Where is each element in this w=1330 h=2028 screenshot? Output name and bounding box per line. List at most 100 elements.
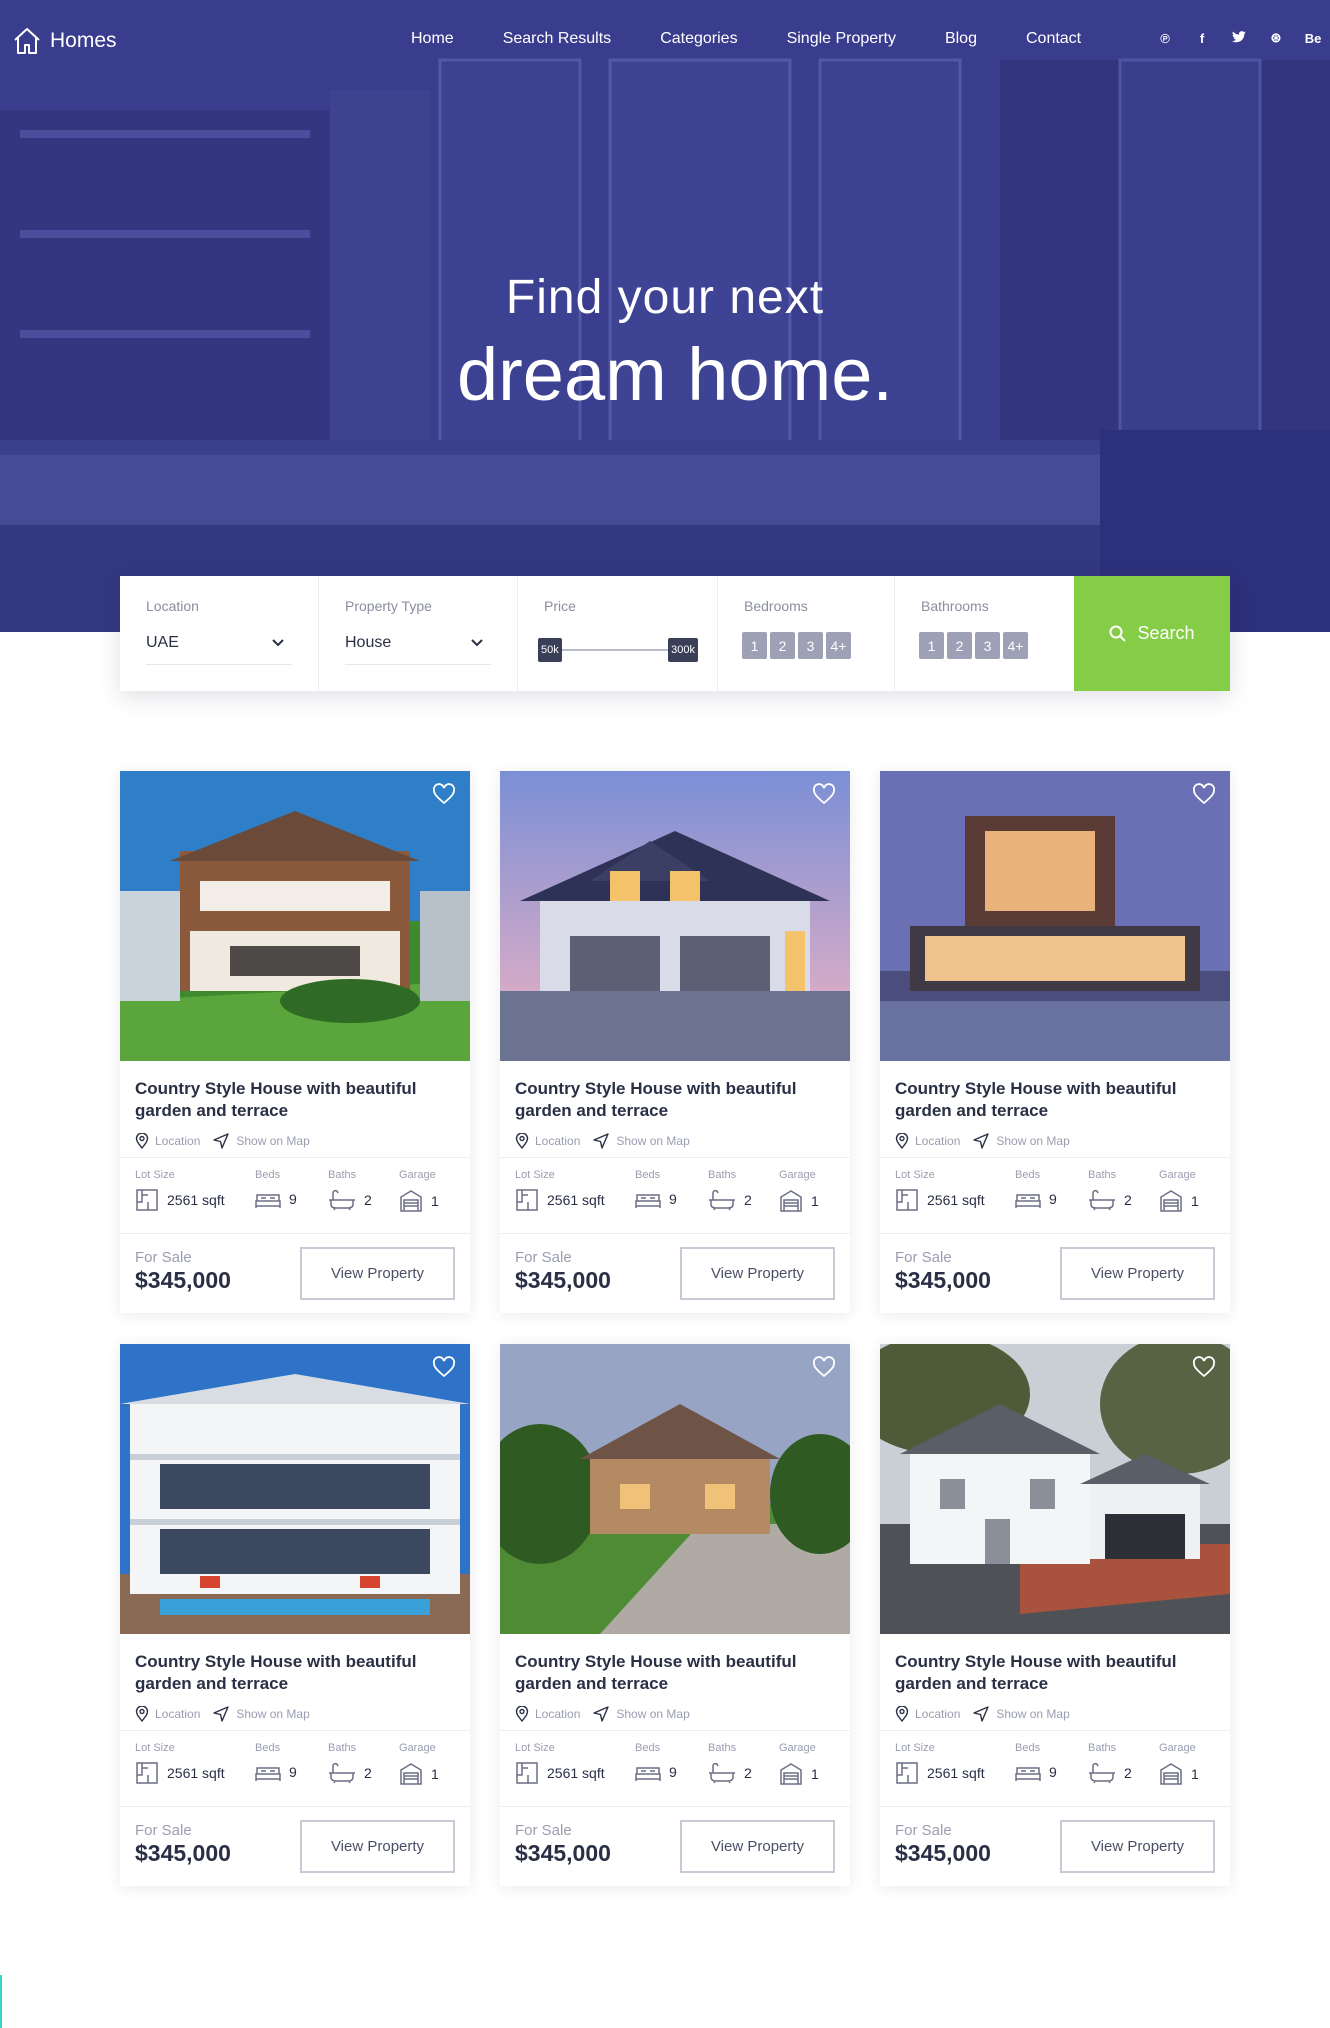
property-photo[interactable] — [120, 771, 470, 1061]
garage-icon — [1160, 1763, 1182, 1785]
property-card[interactable]: Country Style House with beautiful garde… — [880, 1344, 1230, 1886]
bathrooms-option-3[interactable]: 3 — [975, 632, 1000, 659]
bathrooms-label: Bathrooms — [921, 598, 989, 614]
property-location[interactable]: Location — [155, 1707, 200, 1721]
property-location[interactable]: Location — [155, 1134, 200, 1148]
location-value: UAE — [146, 634, 179, 651]
property-location[interactable]: Location — [535, 1707, 580, 1721]
dribbble-icon[interactable]: ⊛ — [1267, 30, 1285, 46]
divider — [500, 1233, 850, 1234]
property-card[interactable]: Country Style House with beautiful garde… — [120, 771, 470, 1313]
spec-label: Garage — [399, 1169, 436, 1181]
navigation-arrow-icon — [593, 1133, 610, 1149]
property-title[interactable]: Country Style House with beautiful garde… — [515, 1651, 835, 1695]
spec-value: 2561 sqft — [927, 1765, 985, 1781]
nav-single-property[interactable]: Single Property — [787, 30, 896, 48]
listing-price: $345,000 — [135, 1267, 231, 1293]
pinterest-icon[interactable]: ℗ — [1156, 31, 1174, 46]
spec-label: Baths — [1088, 1169, 1117, 1181]
spec-lot-size: Lot Size 2561 sqft — [515, 1169, 605, 1211]
price-range-slider[interactable]: 50k 300k — [538, 638, 698, 662]
property-specs: Lot Size 2561 sqft Beds 9 Baths 2 Garage… — [895, 1169, 1220, 1229]
nav-contact[interactable]: Contact — [1026, 30, 1081, 48]
property-card[interactable]: Country Style House with beautiful garde… — [500, 1344, 850, 1886]
spec-label: Lot Size — [515, 1742, 555, 1754]
bathrooms-option-4plus[interactable]: 4+ — [1003, 632, 1028, 659]
property-location[interactable]: Location — [535, 1134, 580, 1148]
heart-icon[interactable] — [1192, 1356, 1216, 1380]
bedrooms-option-2[interactable]: 2 — [770, 632, 795, 659]
bedrooms-option-1[interactable]: 1 — [742, 632, 767, 659]
spec-label: Garage — [779, 1169, 816, 1181]
divider — [880, 1157, 1230, 1158]
view-property-button[interactable]: View Property — [680, 1820, 835, 1873]
show-on-map-link[interactable]: Show on Map — [996, 1134, 1069, 1148]
view-property-button[interactable]: View Property — [300, 1820, 455, 1873]
facebook-icon[interactable]: f — [1193, 31, 1211, 46]
heart-icon[interactable] — [812, 783, 836, 807]
garage-icon — [400, 1763, 422, 1785]
bed-icon — [255, 1194, 281, 1208]
floor-plan-icon — [516, 1189, 538, 1211]
property-photo[interactable] — [880, 771, 1230, 1061]
property-card[interactable]: Country Style House with beautiful garde… — [880, 771, 1230, 1313]
property-title[interactable]: Country Style House with beautiful garde… — [135, 1078, 455, 1122]
property-card[interactable]: Country Style House with beautiful garde… — [120, 1344, 470, 1886]
spec-value: 2 — [1124, 1192, 1132, 1208]
heart-icon[interactable] — [432, 1356, 456, 1380]
property-location[interactable]: Location — [915, 1707, 960, 1721]
show-on-map-link[interactable]: Show on Map — [616, 1707, 689, 1721]
property-photo[interactable] — [880, 1344, 1230, 1634]
nav-categories[interactable]: Categories — [660, 30, 737, 48]
garage-icon — [400, 1190, 422, 1212]
property-location[interactable]: Location — [915, 1134, 960, 1148]
price-label: Price — [544, 598, 576, 614]
price-min-handle[interactable]: 50k — [538, 638, 562, 662]
show-on-map-link[interactable]: Show on Map — [996, 1707, 1069, 1721]
price-max-handle[interactable]: 300k — [668, 638, 698, 662]
bathtub-icon — [329, 1189, 355, 1211]
property-card[interactable]: Country Style House with beautiful garde… — [500, 771, 850, 1313]
spec-value: 1 — [431, 1193, 439, 1209]
behance-icon[interactable]: Be — [1304, 31, 1322, 46]
view-property-button[interactable]: View Property — [680, 1247, 835, 1300]
property-photo[interactable] — [500, 771, 850, 1061]
search-button[interactable]: Search — [1074, 576, 1230, 691]
property-photo[interactable] — [120, 1344, 470, 1634]
spec-label: Beds — [255, 1742, 281, 1754]
spec-beds: Beds 9 — [1015, 1169, 1057, 1209]
location-pin-icon — [515, 1706, 529, 1722]
heart-icon[interactable] — [1192, 783, 1216, 807]
spec-value: 2561 sqft — [547, 1765, 605, 1781]
bathrooms-option-1[interactable]: 1 — [919, 632, 944, 659]
spec-label: Lot Size — [895, 1169, 935, 1181]
nav-blog[interactable]: Blog — [945, 30, 977, 48]
show-on-map-link[interactable]: Show on Map — [236, 1707, 309, 1721]
bathrooms-option-2[interactable]: 2 — [947, 632, 972, 659]
show-on-map-link[interactable]: Show on Map — [236, 1134, 309, 1148]
spec-value: 9 — [1049, 1191, 1057, 1207]
brand-logo[interactable]: Homes — [12, 26, 117, 56]
divider — [500, 1730, 850, 1731]
heart-icon[interactable] — [432, 783, 456, 807]
location-select[interactable]: UAE — [146, 634, 292, 665]
property-title[interactable]: Country Style House with beautiful garde… — [895, 1078, 1215, 1122]
bedrooms-option-4plus[interactable]: 4+ — [826, 632, 851, 659]
nav-home[interactable]: Home — [411, 30, 454, 48]
property-title[interactable]: Country Style House with beautiful garde… — [135, 1651, 455, 1695]
view-property-button[interactable]: View Property — [1060, 1820, 1215, 1873]
property-photo[interactable] — [500, 1344, 850, 1634]
view-property-button[interactable]: View Property — [300, 1247, 455, 1300]
view-property-button[interactable]: View Property — [1060, 1247, 1215, 1300]
spec-beds: Beds 9 — [635, 1742, 677, 1782]
property-title[interactable]: Country Style House with beautiful garde… — [895, 1651, 1215, 1695]
nav-search-results[interactable]: Search Results — [503, 30, 612, 48]
property-title[interactable]: Country Style House with beautiful garde… — [515, 1078, 835, 1122]
heart-icon[interactable] — [812, 1356, 836, 1380]
bathtub-icon — [1089, 1762, 1115, 1784]
show-on-map-link[interactable]: Show on Map — [616, 1134, 689, 1148]
bedrooms-option-3[interactable]: 3 — [798, 632, 823, 659]
twitter-icon[interactable] — [1230, 30, 1248, 46]
bed-icon — [1015, 1767, 1041, 1781]
property-type-select[interactable]: House — [345, 634, 491, 665]
